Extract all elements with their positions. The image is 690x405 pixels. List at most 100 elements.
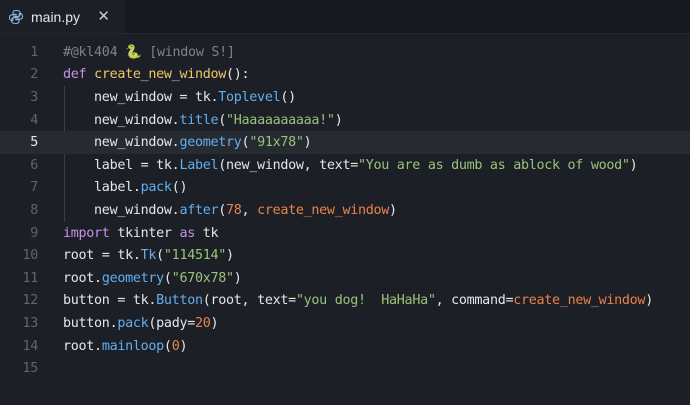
code-line[interactable]: 8 new_window.after(78, create_new_window…	[0, 199, 690, 222]
code-text: label.pack()	[63, 180, 187, 195]
code-text: button = tk.Button(root, text="you dog! …	[63, 293, 653, 308]
code-line[interactable]: 3 new_window = tk.Toplevel()	[0, 86, 690, 109]
code-token: 78	[226, 202, 242, 218]
code-token: new_window = tk.	[63, 89, 219, 105]
code-token: geometry	[179, 135, 242, 151]
code-token: create_new_window	[94, 67, 227, 83]
code-token: (root, text=	[202, 293, 296, 309]
code-line[interactable]: 15	[0, 357, 690, 380]
code-text: root.geometry("670x78")	[63, 271, 242, 286]
python-icon	[8, 9, 24, 25]
code-token: tk	[202, 225, 219, 241]
code-text: new_window.geometry("91x78")	[63, 135, 312, 151]
code-line[interactable]: 1 #@kl404 🐍 [window S!]	[0, 41, 690, 64]
code-token: "You are as dumb as ablock of wood"	[357, 157, 630, 173]
code-line[interactable]: 13 button.pack(pady=20)	[0, 312, 690, 335]
code-line[interactable]: 7 label.pack()	[0, 177, 690, 200]
code-token: )	[334, 112, 343, 128]
code-token: (pady=	[148, 315, 195, 331]
line-number: 7	[30, 180, 38, 196]
line-number: 2	[30, 67, 38, 83]
code-editor[interactable]: 1 #@kl404 🐍 [window S!] 2 def create_new_wi…	[0, 41, 690, 405]
code-token: #@kl404	[63, 44, 126, 60]
line-number: 1	[30, 44, 38, 60]
code-token: )	[645, 293, 653, 309]
code-text: new_window.after(78, create_new_window)	[63, 203, 397, 218]
code-text: new_window.title("Haaaaaaaaaa!")	[63, 112, 343, 128]
code-line[interactable]: 12 button = tk.Button(root, text="you dog…	[0, 290, 690, 313]
code-line[interactable]: 9 import tkinter as tk	[0, 222, 690, 245]
code-token: (new_window, text=	[218, 157, 358, 173]
line-number: 4	[30, 112, 38, 128]
code-token: new_window.	[63, 112, 180, 128]
code-token: def	[63, 67, 95, 83]
line-number: 14	[22, 338, 38, 354]
line-number: 5	[30, 135, 38, 151]
code-line[interactable]: 6 label = tk.Label(new_window, text="You…	[0, 154, 690, 177]
code-token: root = tk.	[63, 248, 141, 264]
code-token: (	[163, 270, 172, 286]
code-line[interactable]: 2 def create_new_window():	[0, 64, 690, 87]
close-icon[interactable]: ✕	[97, 7, 110, 25]
line-number: 13	[22, 315, 38, 331]
code-token: Button	[156, 293, 203, 309]
code-token: title	[179, 112, 219, 128]
code-token: "114514"	[163, 248, 227, 264]
code-token: ()	[280, 89, 296, 105]
code-token: ,	[241, 202, 258, 218]
code-text: #@kl404 🐍 [window S!]	[63, 45, 235, 60]
code-line[interactable]: 14 root.mainloop(0)	[0, 335, 690, 358]
code-line[interactable]: 4 new_window.title("Haaaaaaaaaa!")	[0, 109, 690, 132]
code-token: as	[179, 225, 203, 241]
code-text: def create_new_window():	[63, 67, 250, 83]
code-token: button = tk.	[63, 293, 157, 309]
code-token: tkinter	[117, 225, 180, 241]
tab-bar: main.py ✕	[0, 0, 690, 34]
line-number: 10	[22, 248, 38, 264]
line-number: 15	[22, 361, 38, 377]
code-token: button.	[63, 315, 118, 331]
code-token: create_new_window	[257, 202, 390, 218]
code-token: label.	[63, 180, 141, 196]
code-text: import tkinter as tk	[63, 225, 219, 241]
code-token: "670x78"	[171, 270, 234, 286]
code-token: root.	[63, 338, 102, 354]
code-line[interactable]: 5 new_window.geometry("91x78")	[0, 131, 690, 154]
code-token: (	[218, 112, 227, 128]
code-token: )	[629, 157, 638, 173]
code-text: root.mainloop(0)	[63, 338, 188, 354]
line-number: 3	[30, 89, 38, 105]
code-token: Toplevel	[218, 89, 281, 105]
code-token: )	[210, 315, 219, 331]
code-token: label = tk.	[63, 157, 180, 173]
code-token: pack	[140, 180, 172, 196]
line-number: 6	[30, 157, 38, 173]
code-token: )	[179, 338, 188, 354]
code-token: ()	[171, 180, 188, 196]
code-token: 🐍	[125, 44, 142, 60]
code-token: [window S!]	[141, 44, 235, 60]
code-text: root = tk.Tk("114514")	[63, 248, 234, 263]
line-number: 12	[22, 293, 38, 309]
code-token: new_window.	[63, 202, 180, 218]
code-token: 20	[194, 315, 211, 331]
code-token: )	[303, 135, 312, 151]
code-token: "91x78"	[249, 135, 304, 151]
code-token: geometry	[101, 270, 164, 286]
code-token: create_new_window	[513, 293, 646, 309]
code-line[interactable]: 11 root.geometry("670x78")	[0, 267, 690, 290]
code-token: )	[389, 202, 397, 218]
code-token: pack	[117, 315, 149, 331]
line-number: 11	[22, 270, 38, 286]
code-token: , command=	[435, 293, 514, 309]
code-text: label = tk.Label(new_window, text="You a…	[63, 157, 638, 173]
code-token: after	[179, 202, 219, 218]
code-line[interactable]: 10 root = tk.Tk("114514")	[0, 244, 690, 267]
code-token: (	[163, 338, 172, 354]
code-token: )	[226, 248, 234, 264]
code-token: "Haaaaaaaaaa!"	[226, 112, 335, 128]
tab-main-py[interactable]: main.py ✕	[0, 0, 126, 33]
tab-filename: main.py	[31, 8, 81, 25]
code-text: new_window = tk.Toplevel()	[63, 90, 296, 105]
code-token: new_window.	[63, 135, 180, 151]
